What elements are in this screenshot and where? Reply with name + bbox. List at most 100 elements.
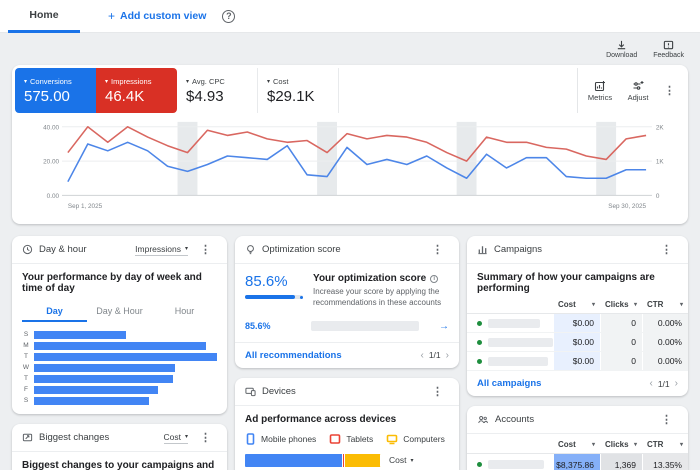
bar[interactable]: [34, 363, 175, 372]
tablet-icon: [330, 433, 341, 444]
bar[interactable]: [34, 385, 159, 394]
bar[interactable]: [34, 396, 150, 405]
table-row[interactable]: $0.00 0 0.00%: [467, 352, 688, 371]
table-header: Cost ▾ Clicks ▾ CTR ▾: [467, 436, 688, 454]
bar-row: S: [22, 395, 217, 406]
card-title: Day & hour: [39, 244, 87, 255]
help-icon[interactable]: ?: [222, 9, 236, 23]
campaigns-heading: Summary of how your campaigns are perfor…: [477, 272, 655, 294]
bar-row: F: [22, 384, 217, 395]
card-title: Campaigns: [494, 244, 543, 255]
overflow-menu-icon[interactable]: ⋮: [194, 431, 217, 444]
svg-text:1K: 1K: [656, 159, 665, 166]
status-dot: [477, 462, 482, 467]
optimization-description: Increase your score by applying the reco…: [313, 287, 442, 307]
redacted-account-name: [488, 460, 544, 469]
chevron-left-icon[interactable]: ‹: [420, 350, 423, 361]
overflow-menu-icon[interactable]: ⋮: [655, 243, 678, 256]
column-clicks[interactable]: Clicks ▾: [600, 440, 642, 449]
svg-text:0.00: 0.00: [47, 193, 60, 200]
column-cost[interactable]: Cost ▾: [553, 440, 600, 449]
metric-dropdown[interactable]: Impressions ▾: [135, 244, 189, 256]
ctr-cell: 0.00%: [642, 314, 688, 332]
bar[interactable]: [34, 374, 174, 383]
ctr-cell: 0.00%: [642, 352, 688, 370]
overflow-menu-icon[interactable]: ⋮: [426, 243, 449, 256]
all-recommendations-link[interactable]: All recommendations: [245, 350, 342, 361]
biggest-changes-heading: Biggest changes to your campaigns and ad…: [22, 460, 215, 470]
add-custom-view-button[interactable]: + Add custom view: [108, 9, 206, 23]
segment-mobile: [245, 453, 344, 467]
stacked-bar[interactable]: [245, 453, 381, 467]
cost-cell: $0.00: [553, 352, 600, 370]
chevron-right-icon[interactable]: ›: [675, 378, 678, 389]
devices-card-header: Devices ⋮: [235, 378, 459, 406]
bar[interactable]: [34, 330, 126, 339]
pagination: ‹ 1/1 ›: [649, 378, 678, 389]
metric-dropdown[interactable]: Cost ▾: [163, 431, 189, 444]
chevron-left-icon[interactable]: ‹: [649, 378, 652, 389]
legend-label: Tablets: [346, 433, 374, 444]
overflow-menu-icon[interactable]: ⋮: [194, 243, 217, 256]
scorecard-impressions[interactable]: ▾ Impressions 46.4K: [96, 68, 177, 113]
bar-label: T: [24, 375, 28, 382]
bar-row: W: [22, 362, 217, 373]
svg-text:20.00: 20.00: [43, 159, 59, 166]
scorecard-label: Conversions: [30, 76, 72, 86]
chevron-down-icon: ▾: [185, 434, 189, 440]
chevron-right-icon[interactable]: ›: [446, 350, 449, 361]
redacted-campaign-name: [488, 318, 540, 328]
optimization-account-row[interactable]: 85.6% →: [235, 313, 459, 342]
bar-metric-dropdown[interactable]: Cost ▾: [389, 455, 449, 465]
adjust-button[interactable]: Adjust: [620, 80, 656, 102]
chevron-down-icon: ▾: [185, 246, 189, 252]
progress-end-dot: [300, 295, 304, 299]
bar-row: T: [22, 351, 218, 362]
table-row[interactable]: $0.00 0 0.00%: [467, 314, 688, 333]
overflow-menu-icon[interactable]: ⋮: [658, 84, 681, 97]
table-row[interactable]: $0.00 0 0.00%: [467, 333, 688, 352]
metrics-label: Metrics: [587, 92, 613, 102]
metric-dropdown-label: Cost: [163, 431, 181, 442]
bar[interactable]: [34, 341, 207, 350]
download-button[interactable]: Download: [606, 40, 637, 59]
table-row[interactable]: $8,375.86 1,369 13.35%: [467, 454, 688, 470]
page-indicator: 1/1: [657, 378, 670, 389]
accounts-card-header: Accounts ⋮: [467, 406, 688, 434]
chart-controls: Metrics Adjust ⋮: [577, 68, 685, 113]
chevron-down-icon: ▾: [591, 442, 595, 448]
feedback-button[interactable]: Feedback: [653, 40, 684, 59]
scorecard-avg-cpc[interactable]: ▾ Avg. CPC $4.93: [177, 68, 258, 113]
column-cost[interactable]: Cost ▾: [553, 300, 600, 309]
tab-day-and-hour[interactable]: Day & Hour: [87, 301, 152, 322]
scorecard-conversions[interactable]: ▾ Conversions 575.00: [15, 68, 96, 113]
tab-hour[interactable]: Hour: [152, 301, 217, 322]
day-hour-card-header: Day & hour Impressions ▾ ⋮: [12, 236, 228, 264]
column-ctr[interactable]: CTR ▾: [642, 300, 688, 309]
computer-icon: [386, 434, 398, 444]
metrics-button[interactable]: Metrics: [582, 80, 618, 102]
bar-metric-label: Cost: [389, 455, 407, 466]
tab-day[interactable]: Day: [22, 301, 87, 322]
arrow-right-icon[interactable]: →: [439, 321, 449, 332]
chevron-down-icon: ▾: [633, 442, 637, 448]
column-ctr[interactable]: CTR ▾: [642, 440, 688, 449]
overflow-menu-icon[interactable]: ⋮: [655, 413, 678, 426]
overview-panel: ▾ Conversions 575.00 ▾ Impressions 46.4K ▾…: [12, 65, 688, 224]
all-campaigns-link[interactable]: All campaigns: [477, 378, 541, 389]
biggest-changes-card-header: Biggest changes Cost ▾ ⋮: [12, 424, 228, 452]
svg-text:2K: 2K: [656, 124, 665, 131]
status-dot: [477, 358, 482, 364]
timeseries-chart[interactable]: 0.00 20.00 40.00 0 1K 2K Sep 1, 2025 Sep 30, 20…: [12, 113, 688, 224]
bar[interactable]: [34, 352, 218, 361]
scorecard-label: Cost: [273, 76, 289, 86]
svg-text:0: 0: [656, 193, 660, 200]
overflow-menu-icon[interactable]: ⋮: [426, 385, 449, 398]
column-label: Clicks: [605, 300, 629, 309]
scorecard-cost[interactable]: ▾ Cost $29.1K: [258, 68, 339, 113]
column-clicks[interactable]: Clicks ▾: [600, 300, 642, 309]
optimization-card-header: Optimization score ⋮: [235, 236, 459, 264]
campaigns-card: Campaigns ⋮ Summary of how your campaign…: [467, 236, 688, 396]
tab-home[interactable]: Home: [8, 0, 80, 33]
tab-home-label: Home: [29, 8, 59, 21]
